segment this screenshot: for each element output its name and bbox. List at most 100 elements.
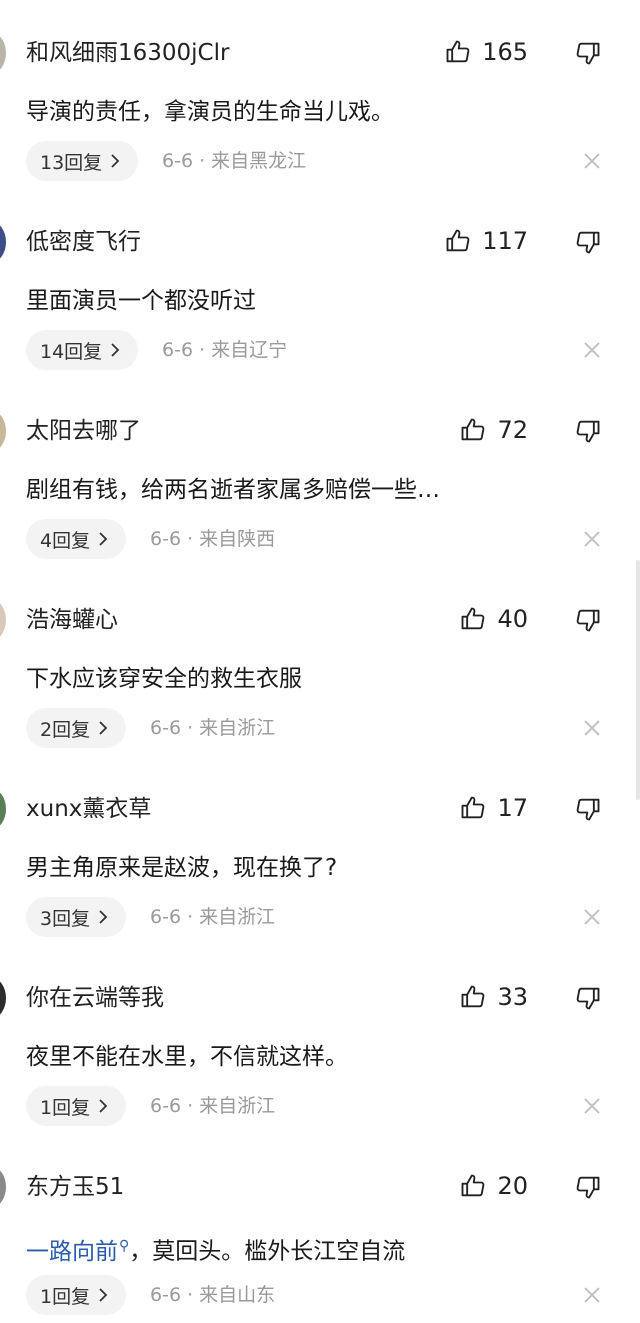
chevron-right-icon (111, 343, 120, 357)
close-icon (584, 720, 600, 736)
avatar[interactable] (0, 789, 6, 829)
thumbs-down-icon (576, 420, 600, 443)
comment-meta: 6-6 · 来自浙江 (150, 906, 276, 928)
replies-count: 2回复 (40, 718, 91, 741)
comment-item: xunx薰衣草 17 男主角原来是赵波，现在换了? 3回复 6-6 · 来自浙江 (0, 756, 640, 945)
comment-text: 下水应该穿安全的救生衣服 (26, 666, 302, 692)
like-count: 165 (482, 38, 528, 66)
like-button[interactable]: 20 (459, 1168, 528, 1204)
like-count: 20 (497, 1172, 528, 1200)
close-icon (584, 1287, 600, 1303)
thumbs-down-icon (576, 609, 600, 632)
thumbs-down-icon (576, 231, 600, 254)
replies-button[interactable]: 3回复 (26, 897, 127, 937)
scrollbar[interactable] (636, 560, 640, 800)
username[interactable]: xunx薰衣草 (26, 792, 151, 826)
topic-link-label: 一路向前 (26, 1238, 118, 1265)
dismiss-button[interactable] (581, 1095, 603, 1117)
like-count: 17 (497, 794, 528, 822)
replies-button[interactable]: 4回复 (26, 519, 127, 559)
like-button[interactable]: 33 (459, 979, 528, 1015)
dismiss-button[interactable] (581, 150, 603, 172)
comment-text: 夜里不能在水里，不信就这样。 (26, 1044, 348, 1070)
dismiss-button[interactable] (581, 1284, 603, 1306)
comment-item: 东方玉51 20 一路向前⚲，莫回头。槛外长江空自流 1回复 6-6 · 来自山… (0, 1134, 640, 1323)
like-button[interactable]: 17 (459, 790, 528, 826)
chevron-right-icon (99, 721, 108, 735)
thumbs-up-icon (462, 985, 485, 1008)
comment-item: 和风细雨16300jClr 165 导演的责任，拿演员的生命当儿戏。 13回复 … (0, 0, 640, 189)
dismiss-button[interactable] (581, 528, 603, 550)
comment-text: 里面演员一个都没听过 (26, 288, 256, 314)
thumbs-down-icon (576, 987, 600, 1010)
chevron-right-icon (99, 910, 108, 924)
comment-text: 一路向前⚲，莫回头。槛外长江空自流 (26, 1229, 580, 1269)
replies-button[interactable]: 14回复 (26, 330, 139, 370)
dismiss-button[interactable] (581, 717, 603, 739)
comment-item: 低密度飞行 117 里面演员一个都没听过 14回复 6-6 · 来自辽宁 (0, 189, 640, 378)
thumbs-up-icon (462, 1174, 485, 1197)
dislike-button[interactable] (573, 981, 603, 1015)
like-button[interactable]: 40 (459, 601, 528, 637)
thumbs-up-icon (462, 418, 485, 441)
comment-text: 男主角原来是赵波，现在换了? (26, 855, 338, 881)
chevron-right-icon (99, 532, 108, 546)
replies-button[interactable]: 2回复 (26, 708, 127, 748)
avatar[interactable] (0, 600, 6, 640)
dislike-button[interactable] (573, 225, 603, 259)
dislike-button[interactable] (573, 1170, 603, 1204)
username[interactable]: 浩海蠸心 (26, 603, 118, 637)
username[interactable]: 低密度飞行 (26, 225, 141, 259)
comment-meta: 6-6 · 来自陕西 (150, 528, 276, 550)
username[interactable]: 太阳去哪了 (26, 414, 141, 448)
replies-count: 4回复 (40, 529, 91, 552)
like-count: 117 (482, 227, 528, 255)
comment-item: 太阳去哪了 72 剧组有钱，给两名逝者家属多赔偿一些… 4回复 6-6 · 来自… (0, 378, 640, 567)
replies-count: 1回复 (40, 1285, 91, 1308)
comment-text-rest: ，莫回头。槛外长江空自流 (129, 1238, 406, 1265)
like-button[interactable]: 165 (444, 34, 528, 70)
thumbs-up-icon (462, 796, 485, 819)
comment-meta: 6-6 · 来自浙江 (150, 717, 276, 739)
close-icon (584, 531, 600, 547)
dislike-button[interactable] (573, 792, 603, 826)
comment-meta: 6-6 · 来自山东 (150, 1284, 276, 1306)
chevron-right-icon (99, 1288, 108, 1302)
replies-count: 14回复 (40, 340, 103, 363)
username[interactable]: 和风细雨16300jClr (26, 36, 229, 70)
close-icon (584, 342, 600, 358)
replies-button[interactable]: 1回复 (26, 1086, 127, 1126)
replies-button[interactable]: 1回复 (26, 1275, 127, 1315)
chevron-right-icon (99, 1099, 108, 1113)
username[interactable]: 你在云端等我 (26, 981, 164, 1015)
like-count: 40 (497, 605, 528, 633)
avatar[interactable] (0, 411, 6, 451)
thumbs-up-icon (462, 607, 485, 630)
dismiss-button[interactable] (581, 339, 603, 361)
dismiss-button[interactable] (581, 906, 603, 928)
close-icon (584, 909, 600, 925)
comment-item: 你在云端等我 33 夜里不能在水里，不信就这样。 1回复 6-6 · 来自浙江 (0, 945, 640, 1134)
comment-text: 导演的责任，拿演员的生命当儿戏。 (26, 99, 394, 125)
avatar[interactable] (0, 33, 6, 73)
avatar[interactable] (0, 978, 6, 1018)
like-button[interactable]: 72 (459, 412, 528, 448)
dislike-button[interactable] (573, 603, 603, 637)
replies-count: 3回复 (40, 907, 91, 930)
replies-count: 13回复 (40, 151, 103, 174)
topic-link[interactable]: 一路向前⚲ (26, 1238, 130, 1265)
comment-item: 浩海蠸心 40 下水应该穿安全的救生衣服 2回复 6-6 · 来自浙江 (0, 567, 640, 756)
dislike-button[interactable] (573, 414, 603, 448)
comment-text: 剧组有钱，给两名逝者家属多赔偿一些… (26, 477, 440, 503)
comment-meta: 6-6 · 来自黑龙江 (162, 150, 307, 172)
avatar[interactable] (0, 1167, 6, 1207)
close-icon (584, 153, 600, 169)
thumbs-down-icon (576, 798, 600, 821)
username[interactable]: 东方玉51 (26, 1170, 124, 1204)
dislike-button[interactable] (573, 36, 603, 70)
comment-meta: 6-6 · 来自辽宁 (162, 339, 288, 361)
avatar[interactable] (0, 222, 6, 262)
like-button[interactable]: 117 (444, 223, 528, 259)
search-icon: ⚲ (119, 1238, 130, 1254)
replies-button[interactable]: 13回复 (26, 141, 139, 181)
